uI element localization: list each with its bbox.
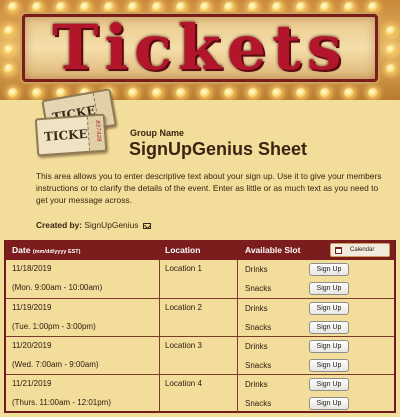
- calendar-icon: [335, 246, 342, 254]
- marquee-bulb: [152, 88, 162, 98]
- slot-line: Drinks Sign Up: [238, 260, 394, 279]
- slot-line: Drinks Sign Up: [238, 375, 394, 394]
- table-row: 11/21/2019 (Thurs. 11:00am - 12:01pm) Lo…: [6, 374, 394, 412]
- marquee-bulb: [4, 45, 14, 55]
- date-header-label: Date: [12, 245, 31, 255]
- sign-up-button[interactable]: Sign Up: [309, 321, 349, 334]
- slot-column-header: Available Slot: [245, 245, 301, 255]
- marquee-bulb: [386, 64, 396, 74]
- calendar-button[interactable]: Calendar: [330, 243, 390, 257]
- slots-cell: Drinks Sign Up Snacks Sign Up: [238, 375, 394, 412]
- slot-item-name: Drinks: [245, 265, 268, 274]
- front-ticket: TICKET 837428: [34, 113, 108, 157]
- slot-item-name: Snacks: [245, 399, 272, 408]
- marquee-bulb: [248, 88, 258, 98]
- slots-cell: Drinks Sign Up Snacks Sign Up: [238, 299, 394, 336]
- date-cell: 11/21/2019 (Thurs. 11:00am - 12:01pm): [6, 375, 160, 412]
- table-row: 11/19/2019 (Tue. 1:00pm - 3:00pm) Locati…: [6, 298, 394, 336]
- marquee-bulb: [368, 2, 378, 12]
- sign-up-button[interactable]: Sign Up: [309, 302, 349, 315]
- slot-location: Location 3: [165, 341, 202, 350]
- slots-cell: Drinks Sign Up Snacks Sign Up: [238, 337, 394, 374]
- slot-location: Location 4: [165, 379, 202, 388]
- slot-line: Snacks Sign Up: [238, 356, 394, 375]
- marquee-bulb: [32, 2, 42, 12]
- group-name: Group Name: [130, 128, 185, 138]
- slot-date: 11/20/2019: [12, 341, 52, 350]
- table-header: Date (mm/dd/yyyy EST) Location Available…: [6, 240, 394, 260]
- marquee-bulb: [272, 88, 282, 98]
- slot-line: Drinks Sign Up: [238, 337, 394, 356]
- sign-up-button[interactable]: Sign Up: [309, 263, 349, 276]
- slots-cell: Drinks Sign Up Snacks Sign Up: [238, 260, 394, 298]
- slot-location: Location 1: [165, 264, 202, 273]
- front-ticket-stub: 837428: [86, 115, 106, 151]
- slot-line: Drinks Sign Up: [238, 299, 394, 318]
- slot-item-name: Drinks: [245, 380, 268, 389]
- creator-name: SignUpGenius: [84, 220, 139, 230]
- marquee-bulb: [128, 88, 138, 98]
- slot-time: (Mon. 9:00am - 10:00am): [12, 283, 103, 292]
- marquee-banner: Tickets: [0, 0, 400, 100]
- slot-item-name: Drinks: [245, 304, 268, 313]
- slot-time: (Wed. 7:00am - 9:00am): [12, 360, 99, 369]
- slot-location: Location 2: [165, 303, 202, 312]
- sheet-description: This area allows you to enter descriptiv…: [36, 171, 382, 206]
- location-cell: Location 4: [160, 375, 238, 412]
- slot-item-name: Drinks: [245, 342, 268, 351]
- marquee-title: Tickets: [52, 11, 348, 84]
- marquee-bulb: [344, 88, 354, 98]
- marquee-bulb: [320, 88, 330, 98]
- location-cell: Location 3: [160, 337, 238, 374]
- table-row: 11/18/2019 (Mon. 9:00am - 10:00am) Locat…: [6, 260, 394, 298]
- slot-item-name: Snacks: [245, 323, 272, 332]
- ticket-logo: TICKET TICKET 837428: [34, 88, 124, 157]
- slot-time: (Thurs. 11:00am - 12:01pm): [12, 398, 112, 407]
- location-cell: Location 1: [160, 260, 238, 298]
- marquee-bulb: [368, 88, 378, 98]
- date-cell: 11/20/2019 (Wed. 7:00am - 9:00am): [6, 337, 160, 374]
- page-title: SignUpGenius Sheet: [129, 139, 308, 159]
- marquee-bulb: [386, 45, 396, 55]
- ticket-stub-number: 837428: [94, 119, 103, 142]
- envelope-icon[interactable]: [142, 223, 151, 229]
- marquee-bulb: [4, 64, 14, 74]
- slot-date: 11/19/2019: [12, 303, 52, 312]
- location-cell: Location 2: [160, 299, 238, 336]
- marquee-bulb: [8, 88, 18, 98]
- slot-time: (Tue. 1:00pm - 3:00pm): [12, 322, 96, 331]
- marquee-bulb: [176, 88, 186, 98]
- slot-item-name: Snacks: [245, 284, 272, 293]
- marquee-bulb: [4, 26, 14, 36]
- date-format-note: (mm/dd/yyyy EST): [32, 249, 81, 255]
- signup-table: Date (mm/dd/yyyy EST) Location Available…: [4, 240, 396, 413]
- sign-up-button[interactable]: Sign Up: [309, 340, 349, 353]
- calendar-button-label: Calendar: [350, 247, 375, 253]
- date-cell: 11/18/2019 (Mon. 9:00am - 10:00am): [6, 260, 160, 298]
- marquee-bulb: [8, 2, 18, 12]
- marquee-bulb: [224, 88, 234, 98]
- marquee-sign: Tickets: [22, 14, 378, 82]
- location-column-header: Location: [165, 245, 201, 255]
- marquee-bulb: [296, 88, 306, 98]
- sign-up-button[interactable]: Sign Up: [309, 282, 349, 295]
- sign-up-button[interactable]: Sign Up: [309, 359, 349, 372]
- date-column-header: Date (mm/dd/yyyy EST): [6, 245, 160, 255]
- date-cell: 11/19/2019 (Tue. 1:00pm - 3:00pm): [6, 299, 160, 336]
- slot-date: 11/21/2019: [12, 379, 52, 388]
- slot-date: 11/18/2019: [12, 264, 52, 273]
- slot-line: Snacks Sign Up: [238, 318, 394, 337]
- created-by-label: Created by:: [36, 220, 83, 230]
- slot-line: Snacks Sign Up: [238, 394, 394, 413]
- created-by: Created by: SignUpGenius: [36, 220, 151, 230]
- slot-item-name: Snacks: [245, 361, 272, 370]
- sign-up-button[interactable]: Sign Up: [309, 378, 349, 391]
- marquee-bulb: [200, 88, 210, 98]
- sign-up-button[interactable]: Sign Up: [309, 397, 349, 410]
- slot-line: Snacks Sign Up: [238, 279, 394, 298]
- table-body: 11/18/2019 (Mon. 9:00am - 10:00am) Locat…: [6, 260, 394, 412]
- marquee-bulb: [386, 26, 396, 36]
- table-row: 11/20/2019 (Wed. 7:00am - 9:00am) Locati…: [6, 336, 394, 374]
